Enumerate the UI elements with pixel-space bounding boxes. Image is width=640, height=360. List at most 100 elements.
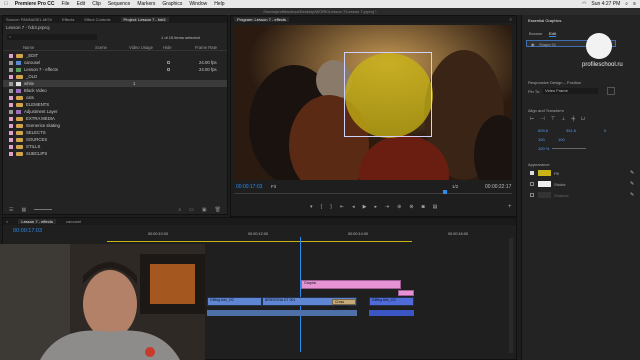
zoom-select[interactable]: Fit [271, 184, 276, 189]
col-hide[interactable]: Hide [163, 45, 172, 50]
hide-checkbox[interactable] [167, 61, 170, 64]
scale-value[interactable]: 100 [538, 137, 545, 142]
align-right-icon[interactable]: ⊤ [551, 116, 555, 122]
project-row[interactable]: SOURCES [3, 136, 227, 143]
wifi-icon[interactable]: ◠ [582, 1, 586, 7]
project-row[interactable]: Lesson 7 - effects 24.00 fps [3, 66, 227, 73]
icon-view-icon[interactable]: ▦ [21, 207, 26, 213]
tab-project[interactable]: Project: Lesson 7 - fxb3 [120, 17, 169, 22]
lift-icon[interactable]: ⊕ [397, 204, 401, 210]
new-bin-icon[interactable]: ▭ [189, 207, 194, 213]
new-item-icon[interactable]: ▣ [202, 207, 207, 213]
step-forward-icon[interactable]: ▸ [374, 204, 377, 210]
project-row[interactable]: white 1 [3, 80, 227, 87]
menu-clip[interactable]: Clip [92, 1, 101, 7]
playhead-marker[interactable] [443, 190, 447, 194]
project-row[interactable]: cats [3, 94, 227, 101]
shape-bounding-box[interactable] [344, 52, 432, 137]
zoom-slider[interactable] [34, 209, 53, 210]
fill-checkbox[interactable] [530, 171, 534, 175]
project-row[interactable]: Adjustment Layer [3, 108, 227, 115]
clip-graphic-tail[interactable] [398, 290, 414, 296]
eye-icon[interactable]: ◉ [531, 42, 535, 47]
audio-clip-1[interactable] [207, 310, 357, 316]
shadow-eyedropper-icon[interactable]: ✎ [630, 192, 634, 198]
stroke-eyedropper-icon[interactable]: ✎ [630, 181, 634, 187]
eyedropper-icon[interactable]: ✎ [630, 170, 634, 176]
col-frame-rate[interactable]: Frame Rate [195, 45, 217, 50]
project-row[interactable]: Black Video [3, 87, 227, 94]
timeline-playhead[interactable] [300, 237, 303, 352]
position-x[interactable]: 609.6 [538, 128, 548, 133]
stroke-checkbox[interactable] [530, 182, 534, 186]
align-bottom-icon[interactable]: ⊔ [581, 116, 585, 122]
fill-swatch[interactable] [538, 170, 551, 176]
label-swatch[interactable] [9, 109, 13, 114]
label-swatch[interactable] [9, 67, 13, 72]
label-swatch[interactable] [9, 144, 13, 149]
menu-graphics[interactable]: Graphics [162, 1, 182, 7]
search-input[interactable]: ⌕ [7, 34, 97, 40]
find-icon[interactable]: ⌕ [178, 207, 181, 213]
menu-file[interactable]: File [62, 1, 70, 7]
shadow-checkbox[interactable] [530, 193, 534, 197]
label-swatch[interactable] [9, 95, 13, 100]
align-middle-icon[interactable]: ╪ [571, 116, 575, 122]
menu-markers[interactable]: Markers [137, 1, 155, 7]
add-button[interactable]: + [508, 204, 512, 210]
label-swatch[interactable] [9, 74, 13, 79]
hide-checkbox[interactable] [167, 68, 170, 71]
go-to-out-icon[interactable]: ⇥ [385, 204, 389, 210]
project-row[interactable]: carousel 24.00 fps [3, 59, 227, 66]
search-icon[interactable]: ⌕ [625, 1, 628, 7]
tab-carousel[interactable]: carousel [66, 219, 81, 224]
project-row[interactable]: EXTRA MEDIA [3, 115, 227, 122]
stroke-swatch[interactable] [538, 181, 551, 187]
go-to-in-icon[interactable]: ⇤ [340, 204, 344, 210]
clip-gifting-adv[interactable]: Gifting Adv_OC [207, 297, 262, 306]
work-area-bar[interactable] [107, 241, 412, 242]
video-frame[interactable] [234, 25, 512, 180]
list-view-icon[interactable]: ☰ [9, 207, 13, 213]
trash-icon[interactable]: 🗑 [215, 207, 227, 213]
clip-graphic[interactable]: Graphic [301, 280, 401, 289]
menu-icon[interactable]: ≡ [510, 17, 516, 22]
scrub-bar[interactable] [234, 193, 512, 194]
shadow-swatch[interactable] [538, 192, 551, 198]
close-icon[interactable]: × [6, 219, 8, 224]
apple-icon[interactable]:  [4, 1, 8, 7]
transition-cross-dissolve[interactable]: Cross Dissolve [332, 299, 356, 309]
app-name[interactable]: Premiere Pro CC [15, 1, 55, 7]
export-frame-icon[interactable]: ◙ [422, 204, 425, 210]
project-row[interactable]: _OLD [3, 73, 227, 80]
project-row[interactable]: SUBCLIPS [3, 150, 227, 157]
col-video-usage[interactable]: Video Usage [129, 45, 153, 50]
menu-window[interactable]: Window [189, 1, 207, 7]
label-swatch[interactable] [9, 130, 13, 135]
align-left-icon[interactable]: ⊢ [530, 116, 534, 122]
project-row[interactable]: _EDIT [3, 52, 227, 59]
clip-gifting-adv-2[interactable]: Gifting Adv_OC [369, 297, 414, 306]
label-swatch[interactable] [9, 151, 13, 156]
scale-height-value[interactable]: 100 [558, 137, 565, 142]
clock[interactable]: Sun 4:27 PM [591, 1, 620, 7]
project-row[interactable]: ELEMENTS [3, 101, 227, 108]
menu-icon[interactable]: ≡ [633, 1, 636, 7]
menu-sequence[interactable]: Sequence [108, 1, 131, 7]
label-swatch[interactable] [9, 137, 13, 142]
menu-edit[interactable]: Edit [77, 1, 86, 7]
audio-clip-2[interactable] [369, 310, 414, 316]
play-icon[interactable]: ▶ [363, 204, 367, 210]
opacity-slider[interactable] [552, 148, 586, 149]
timeline-timecode[interactable]: 00:00:17:03 [13, 228, 42, 234]
col-scene[interactable]: Scene [95, 45, 107, 50]
rotation-value[interactable]: 0 [604, 128, 606, 133]
label-swatch[interactable] [9, 60, 13, 65]
quality-select[interactable]: 1/2 [452, 184, 458, 189]
program-title[interactable]: Program: Lesson 7 - effects [234, 17, 290, 22]
label-swatch[interactable] [9, 123, 13, 128]
project-row[interactable]: STILLS [3, 143, 227, 150]
timeline-scrollbar[interactable] [509, 238, 513, 353]
tab-edit[interactable]: Edit [549, 31, 556, 37]
project-row[interactable]: Scenerice skating [3, 122, 227, 129]
